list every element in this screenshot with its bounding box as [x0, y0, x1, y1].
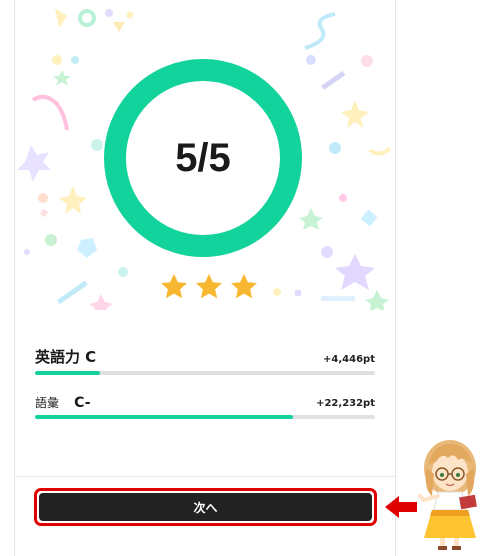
guide-character-image [418, 440, 477, 550]
star-rating [159, 272, 259, 306]
skill-points: +22,232pt [316, 398, 375, 409]
skill-progress-fill [35, 371, 100, 375]
skill-label: 英語力 C [35, 346, 96, 367]
skill-grade: C [85, 348, 97, 366]
skill-grade: C- [74, 395, 91, 411]
skill-row-english: 英語力 C +4,446pt [35, 346, 375, 375]
star-icon [161, 273, 187, 299]
skill-label: 語彙 C- [35, 392, 91, 411]
skill-name: 語彙 [35, 396, 60, 410]
footer-divider [15, 476, 395, 477]
skill-progress-bar [35, 371, 375, 375]
result-card: 5/5 英語力 C +4,446pt 語彙 C- +22,232pt 次へ [14, 0, 396, 556]
skill-name: 英語力 [35, 348, 81, 366]
star-icon [196, 273, 222, 299]
score-text: 5/5 [175, 135, 231, 180]
skill-progress-fill [35, 415, 294, 419]
skill-row-vocabulary: 語彙 C- +22,232pt [35, 392, 375, 419]
skill-progress-bar [35, 415, 375, 419]
star-icon [231, 273, 257, 299]
skill-points: +4,446pt [323, 354, 375, 365]
next-button[interactable]: 次へ [39, 493, 372, 521]
next-button-highlight: 次へ [34, 488, 377, 526]
